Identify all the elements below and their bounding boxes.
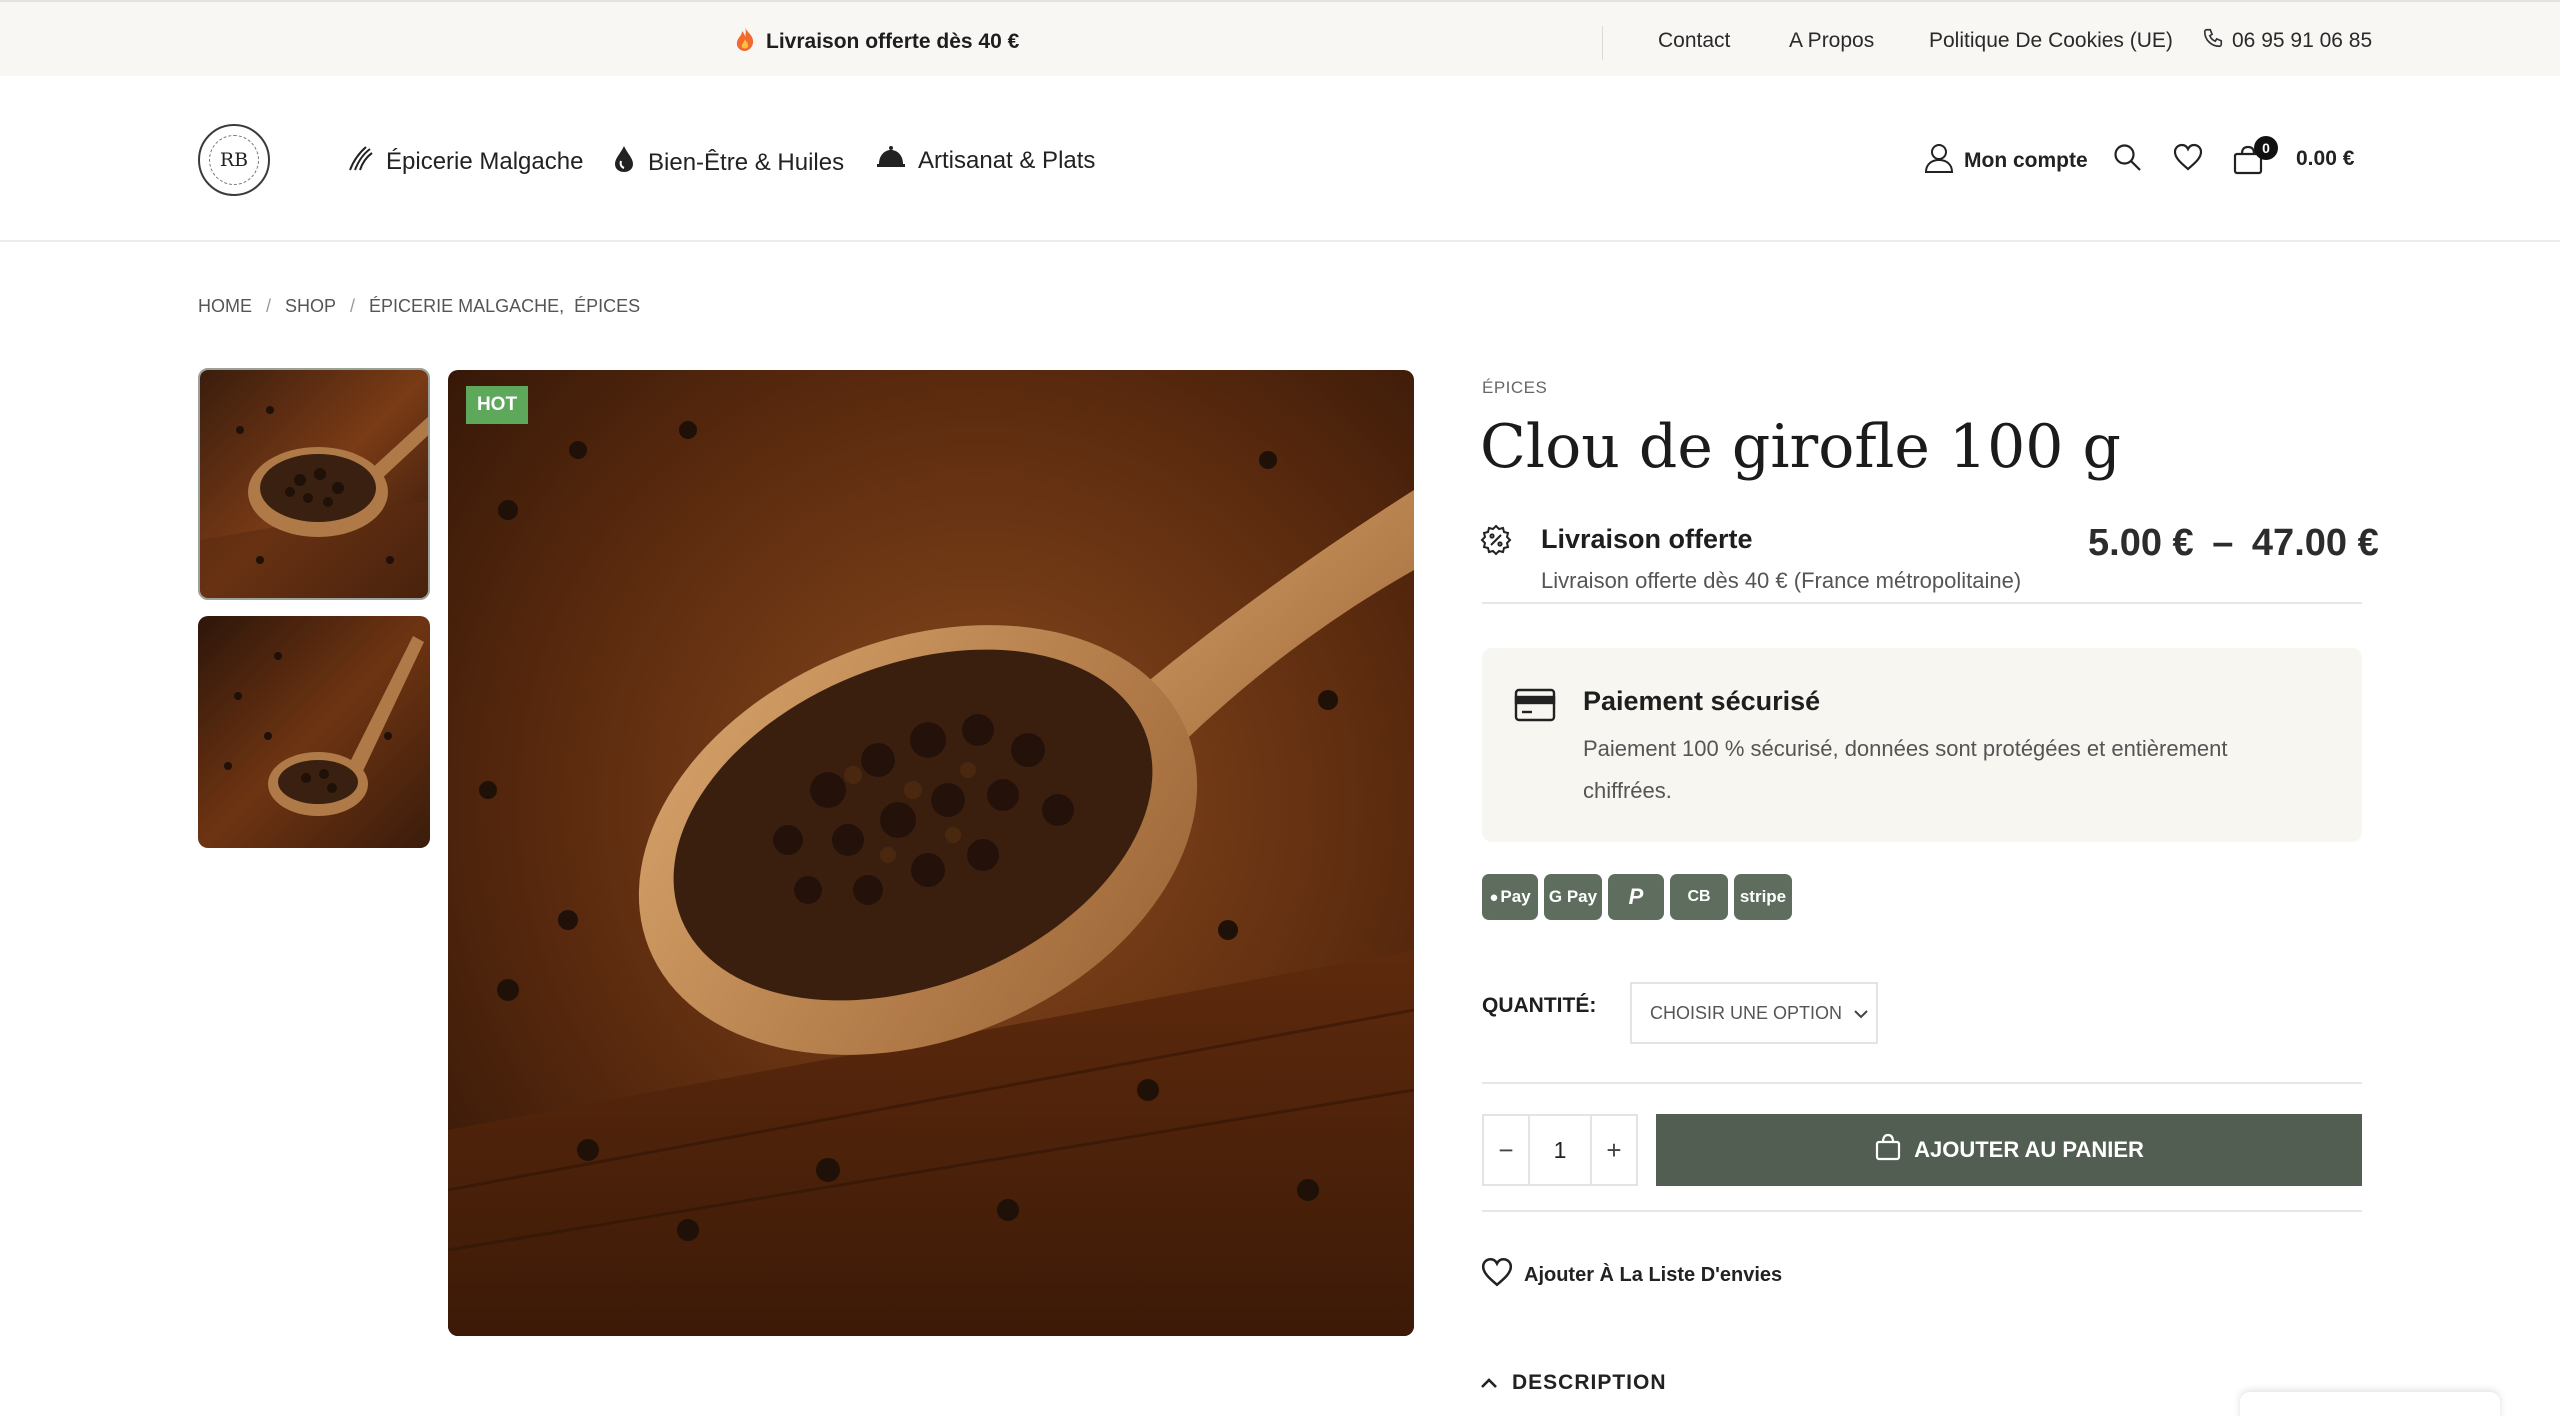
description-tab[interactable]: DESCRIPTION bbox=[1480, 1371, 1667, 1395]
quantity-option-select[interactable]: CHOISIR UNE OPTION bbox=[1630, 982, 1878, 1044]
nav-label: Artisanat & Plats bbox=[918, 146, 1096, 174]
floating-widget[interactable] bbox=[2240, 1392, 2500, 1416]
breadcrumb-epices[interactable]: ÉPICES bbox=[574, 296, 640, 317]
shipping-badge-icon bbox=[1480, 524, 1512, 561]
nav-epicerie-malgache[interactable]: Épicerie Malgache bbox=[346, 144, 583, 179]
apple-pay-icon: ● Pay bbox=[1482, 874, 1538, 920]
product-thumbnail-1[interactable] bbox=[198, 368, 430, 600]
wishlist-heart-icon[interactable] bbox=[2172, 142, 2204, 177]
shipping-text: Livraison offerte dès 40 € (France métro… bbox=[1541, 568, 2022, 593]
chevron-down-icon bbox=[1854, 1003, 1868, 1024]
promo-banner: Livraison offerte dès 40 € bbox=[734, 26, 1019, 58]
account-label: Mon compte bbox=[1964, 149, 2088, 172]
quantity-stepper: − 1 + bbox=[1482, 1114, 1638, 1186]
cloche-icon bbox=[876, 144, 906, 177]
divider bbox=[1482, 602, 2362, 604]
divider bbox=[1482, 1210, 2362, 1212]
credit-card-icon bbox=[1514, 688, 1556, 727]
price-range: 5.00 € – 47.00 € bbox=[2088, 522, 2379, 565]
description-tab-label: DESCRIPTION bbox=[1512, 1371, 1667, 1394]
breadcrumb-epicerie-malgache[interactable]: ÉPICERIE MALGACHE, bbox=[369, 296, 564, 317]
about-link[interactable]: A Propos bbox=[1789, 29, 1874, 53]
phone-number: 06 95 91 06 85 bbox=[2232, 29, 2373, 52]
add-to-cart-label: AJOUTER AU PANIER bbox=[1914, 1137, 2144, 1162]
product-thumbnail-2[interactable] bbox=[198, 616, 430, 848]
heart-icon bbox=[1480, 1256, 1514, 1294]
promo-text: Livraison offerte dès 40 € bbox=[766, 30, 1020, 53]
quantity-decrease-button[interactable]: − bbox=[1484, 1116, 1528, 1184]
fire-icon bbox=[734, 26, 756, 58]
carte-bancaire-icon: CB bbox=[1670, 874, 1728, 920]
cookie-policy-link[interactable]: Politique De Cookies (UE) bbox=[1929, 29, 2173, 53]
wishlist-label: Ajouter À La Liste D'envies bbox=[1524, 1263, 1783, 1286]
nav-artisanat-plats[interactable]: Artisanat & Plats bbox=[876, 144, 1095, 177]
google-pay-icon: G Pay bbox=[1544, 874, 1602, 920]
secure-payment-title: Paiement sécurisé bbox=[1583, 686, 1821, 716]
nav-bien-etre-huiles[interactable]: Bien-Être & Huiles bbox=[612, 144, 844, 181]
quantity-label: QUANTITÉ: bbox=[1482, 994, 1597, 1017]
site-header: RB Épicerie Malgache Bien-Être & Huiles … bbox=[0, 76, 2560, 242]
quantity-increase-button[interactable]: + bbox=[1592, 1116, 1636, 1184]
logo-monogram: RB bbox=[209, 135, 259, 185]
contact-link[interactable]: Contact bbox=[1658, 29, 1730, 53]
breadcrumb-shop[interactable]: SHOP bbox=[285, 296, 336, 317]
cart-total[interactable]: 0.00 € bbox=[2296, 147, 2354, 171]
top-bar: Livraison offerte dès 40 € Contact A Pro… bbox=[0, 0, 2560, 76]
paypal-icon: P bbox=[1608, 874, 1664, 920]
site-logo[interactable]: RB bbox=[198, 124, 270, 196]
price-max: 47.00 € bbox=[2251, 522, 2379, 564]
my-account-link[interactable]: Mon compte bbox=[1924, 142, 2088, 180]
nav-label: Épicerie Malgache bbox=[386, 147, 584, 175]
secure-payment-box: Paiement sécurisé Paiement 100 % sécuris… bbox=[1482, 648, 2362, 842]
quantity-input[interactable]: 1 bbox=[1528, 1116, 1592, 1184]
drop-icon bbox=[612, 144, 636, 181]
vanilla-icon bbox=[346, 144, 374, 179]
price-min: 5.00 € bbox=[2088, 522, 2194, 564]
cart-count-badge: 0 bbox=[2254, 136, 2278, 160]
nav-label: Bien-Être & Huiles bbox=[648, 148, 845, 176]
shopping-bag-icon bbox=[1874, 1133, 1902, 1167]
shipping-title: Livraison offerte bbox=[1541, 524, 1753, 554]
price-separator: – bbox=[2212, 522, 2234, 564]
chevron-up-icon bbox=[1480, 1371, 1498, 1395]
breadcrumb-separator: / bbox=[350, 296, 356, 316]
divider bbox=[1482, 1082, 2362, 1084]
search-icon[interactable] bbox=[2112, 142, 2142, 177]
secure-payment-text: Paiement 100 % sécurisé, données sont pr… bbox=[1583, 736, 2228, 803]
breadcrumb: HOME / SHOP / ÉPICERIE MALGACHE, ÉPICES bbox=[198, 296, 640, 317]
payment-methods: ● Pay G Pay P CB stripe bbox=[1482, 874, 1792, 920]
product-main-image[interactable] bbox=[448, 370, 1414, 1336]
topbar-divider bbox=[1602, 26, 1603, 60]
user-icon bbox=[1924, 142, 1954, 180]
product-category-link[interactable]: ÉPICES bbox=[1482, 378, 1547, 398]
stripe-icon: stripe bbox=[1734, 874, 1792, 920]
add-to-wishlist-link[interactable]: Ajouter À La Liste D'envies bbox=[1480, 1256, 1782, 1294]
select-value: CHOISIR UNE OPTION bbox=[1650, 1002, 1843, 1023]
product-title: Clou de girofle 100 g bbox=[1480, 412, 2121, 482]
hot-badge: HOT bbox=[466, 386, 528, 424]
breadcrumb-separator: / bbox=[266, 296, 272, 316]
add-to-cart-button[interactable]: AJOUTER AU PANIER bbox=[1656, 1114, 2362, 1186]
phone-icon bbox=[2202, 27, 2224, 55]
breadcrumb-home[interactable]: HOME bbox=[198, 296, 252, 317]
phone-link[interactable]: 06 95 91 06 85 bbox=[2202, 27, 2372, 55]
